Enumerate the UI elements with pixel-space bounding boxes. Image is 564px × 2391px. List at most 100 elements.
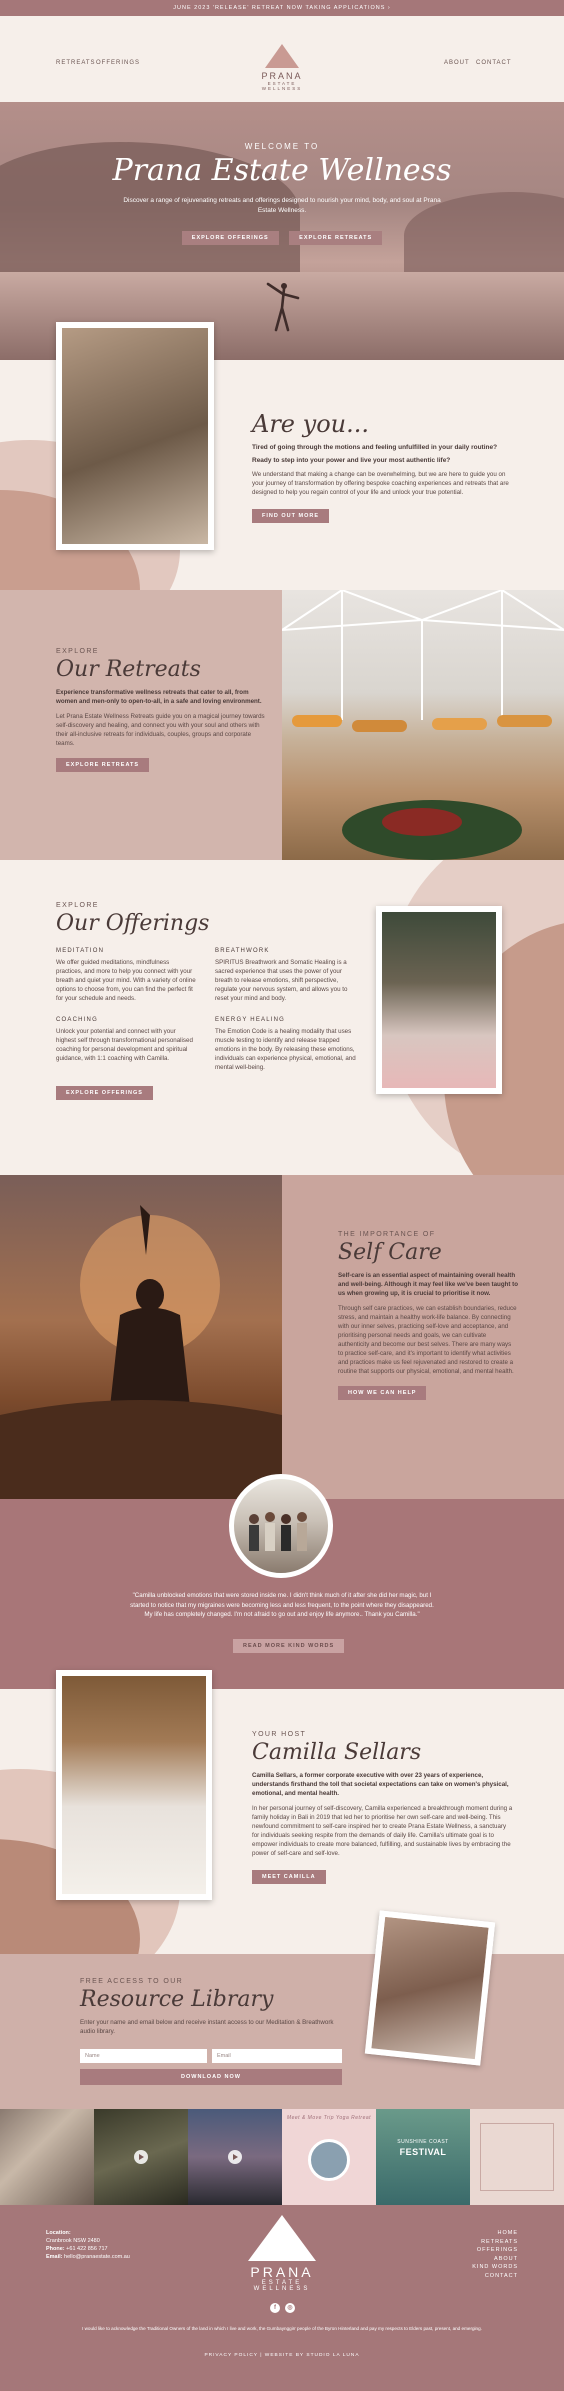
social-links: f ◎ [270,2303,295,2313]
retreats-content: EXPLORE Our Retreats Experience transfor… [56,648,266,772]
nav-about[interactable]: ABOUT [444,60,470,66]
retreats-body: Let Prana Estate Wellness Retreats guide… [56,713,265,747]
nav-offerings[interactable]: OFFERINGS [96,60,140,66]
play-icon[interactable] [134,2150,148,2164]
announcement-bar[interactable]: JUNE 2023 'RELEASE' RETREAT NOW TAKING A… [0,0,564,16]
offering-heading: BREATHWORK [215,948,270,954]
camilla-portrait-photo [56,1670,212,1900]
offerings-grid: MEDITATION We offer guided meditations, … [56,948,356,1072]
explore-retreats-section-button[interactable]: EXPLORE RETREATS [56,758,150,772]
read-more-kind-words-button[interactable]: READ MORE KIND WORDS [233,1639,345,1653]
page: JUNE 2023 'RELEASE' RETREAT NOW TAKING A… [0,0,564,2391]
explore-offerings-section-button[interactable]: EXPLORE OFFERINGS [56,1086,153,1100]
group-people-icon [249,1512,307,1551]
self-care-body: Through self care practices, we can esta… [338,1305,517,1375]
resource-title: Resource Library [80,1987,274,2012]
offerings-title: Our Offerings [56,911,210,936]
facebook-icon[interactable]: f [270,2303,280,2313]
main-nav: RETREATS OFFERINGS PRANA ESTATE WELLNESS… [0,16,564,102]
dome-frame-icon [282,590,564,860]
email-value[interactable]: hello@pranaestate.com.au [64,2254,130,2260]
hero-content: WELCOME TO Prana Estate Wellness Discove… [0,142,564,245]
name-input[interactable]: Name [80,2049,207,2063]
offering-meditation: MEDITATION We offer guided meditations, … [56,948,197,1003]
site-logo[interactable]: PRANA ESTATE WELLNESS [249,44,315,91]
email-label: Email: [46,2254,63,2260]
host-body: In her personal journey of self-discover… [252,1805,513,1857]
yoga-photo [56,322,214,550]
logo-triangle-icon [265,44,299,68]
hero-buttons: EXPLORE OFFERINGS EXPLORE RETREATS [0,226,564,245]
offering-heading: MEDITATION [56,948,105,954]
yoga-silhouette-icon [266,282,300,332]
host-kicker: YOUR HOST [252,1731,307,1738]
gallery-tile[interactable] [188,2109,282,2205]
footer-nav-contact[interactable]: CONTACT [472,2272,518,2281]
nav-retreats[interactable]: RETREATS [56,60,96,66]
sunset-field-photo [0,1175,282,1499]
footer-nav-offerings[interactable]: OFFERINGS [472,2246,518,2255]
host-title: Camilla Sellars [252,1740,422,1765]
download-now-button[interactable]: DOWNLOAD NOW [80,2069,342,2085]
offering-text: We offer guided meditations, mindfulness… [56,959,196,1002]
festival-title: FESTIVAL [399,2147,447,2157]
phone-label: Phone: [46,2246,65,2252]
footer-nav-about[interactable]: ABOUT [472,2255,518,2264]
instagram-icon[interactable]: ◎ [285,2303,295,2313]
offering-text: SPIRITUS Breathwork and Somatic Healing … [215,959,348,1002]
woman-silhouette-icon [0,1205,282,1499]
hero-lead: Discover a range of rejuvenating retreat… [123,197,441,214]
footer-nav-retreats[interactable]: RETREATS [472,2238,518,2247]
self-care-kicker: THE IMPORTANCE OF [338,1231,436,1238]
footer-logo[interactable]: PRANA ESTATE WELLNESS [242,2215,322,2292]
retreats-lead: Experience transformative wellness retre… [56,689,262,705]
how-we-can-help-button[interactable]: HOW WE CAN HELP [338,1386,427,1400]
gallery-tile[interactable] [0,2109,94,2205]
retreats-section: EXPLORE Our Retreats Experience transfor… [0,590,564,860]
offering-heading: COACHING [56,1017,98,1023]
footer-nav-kind-words[interactable]: KIND WORDS [472,2263,518,2272]
meet-camilla-button[interactable]: MEET CAMILLA [252,1870,326,1884]
find-out-more-button[interactable]: FIND OUT MORE [252,509,329,523]
gallery-tile[interactable]: SUNSHINE COAST FESTIVAL [376,2109,470,2205]
explore-retreats-button[interactable]: EXPLORE RETREATS [289,231,383,245]
logo-sub2: WELLNESS [261,86,303,91]
offering-coaching: COACHING Unlock your potential and conne… [56,1017,197,1072]
festival-kicker: SUNSHINE COAST [397,2139,449,2145]
camilla-namaste-photo [376,906,502,1094]
host-content: YOUR HOST Camilla Sellars Camilla Sellar… [252,1731,514,1884]
phone-value[interactable]: +61 422 856 717 [66,2246,107,2252]
signup-form: Name Email [80,2044,342,2063]
self-care-title: Self Care [338,1240,442,1265]
retreats-kicker: EXPLORE [56,648,99,655]
yoga-dome-photo [282,590,564,860]
footer-logo-name: PRANA [250,2264,314,2280]
gallery-tile[interactable] [470,2109,564,2205]
explore-offerings-button[interactable]: EXPLORE OFFERINGS [181,231,279,245]
are-you-title: Are you... [252,410,369,438]
self-care-section: THE IMPORTANCE OF Self Care Self-care is… [0,1175,564,1499]
retreats-title: Our Retreats [56,657,201,682]
offering-text: The Emotion Code is a healing modality t… [215,1028,356,1071]
hero-title: Prana Estate Wellness [112,153,452,188]
offering-text: Unlock your potential and connect with y… [56,1028,193,1062]
instagram-gallery: Meet & Move Trip Yoga Retreat SUNSHINE C… [0,2109,564,2205]
legal-links[interactable]: PRIVACY POLICY | WEBSITE BY STUDIO LA LU… [0,2353,564,2358]
offerings-content: EXPLORE Our Offerings MEDITATION We offe… [56,902,356,1100]
offerings-kicker: EXPLORE [56,902,99,909]
site-footer: Location: Cranbrook NSW 2480 Phone: +61 … [0,2205,564,2391]
email-input[interactable]: Email [212,2049,342,2063]
gallery-tile[interactable] [94,2109,188,2205]
self-care-content: THE IMPORTANCE OF Self Care Self-care is… [338,1231,518,1400]
footer-contact: Location: Cranbrook NSW 2480 Phone: +61 … [46,2229,130,2261]
host-lead: Camilla Sellars, a former corporate exec… [252,1772,509,1797]
play-icon[interactable] [228,2150,242,2164]
footer-nav: HOME RETREATS OFFERINGS ABOUT KIND WORDS… [472,2229,518,2280]
group-photo [229,1474,333,1578]
nav-contact[interactable]: CONTACT [476,60,512,66]
gallery-tile[interactable]: Meet & Move Trip Yoga Retreat [282,2109,376,2205]
footer-logo-triangle-icon [248,2215,316,2261]
footer-logo-sub2: WELLNESS [253,2286,311,2292]
testimonial-quote: "Camilla unblocked emotions that were st… [130,1592,434,1618]
footer-nav-home[interactable]: HOME [472,2229,518,2238]
